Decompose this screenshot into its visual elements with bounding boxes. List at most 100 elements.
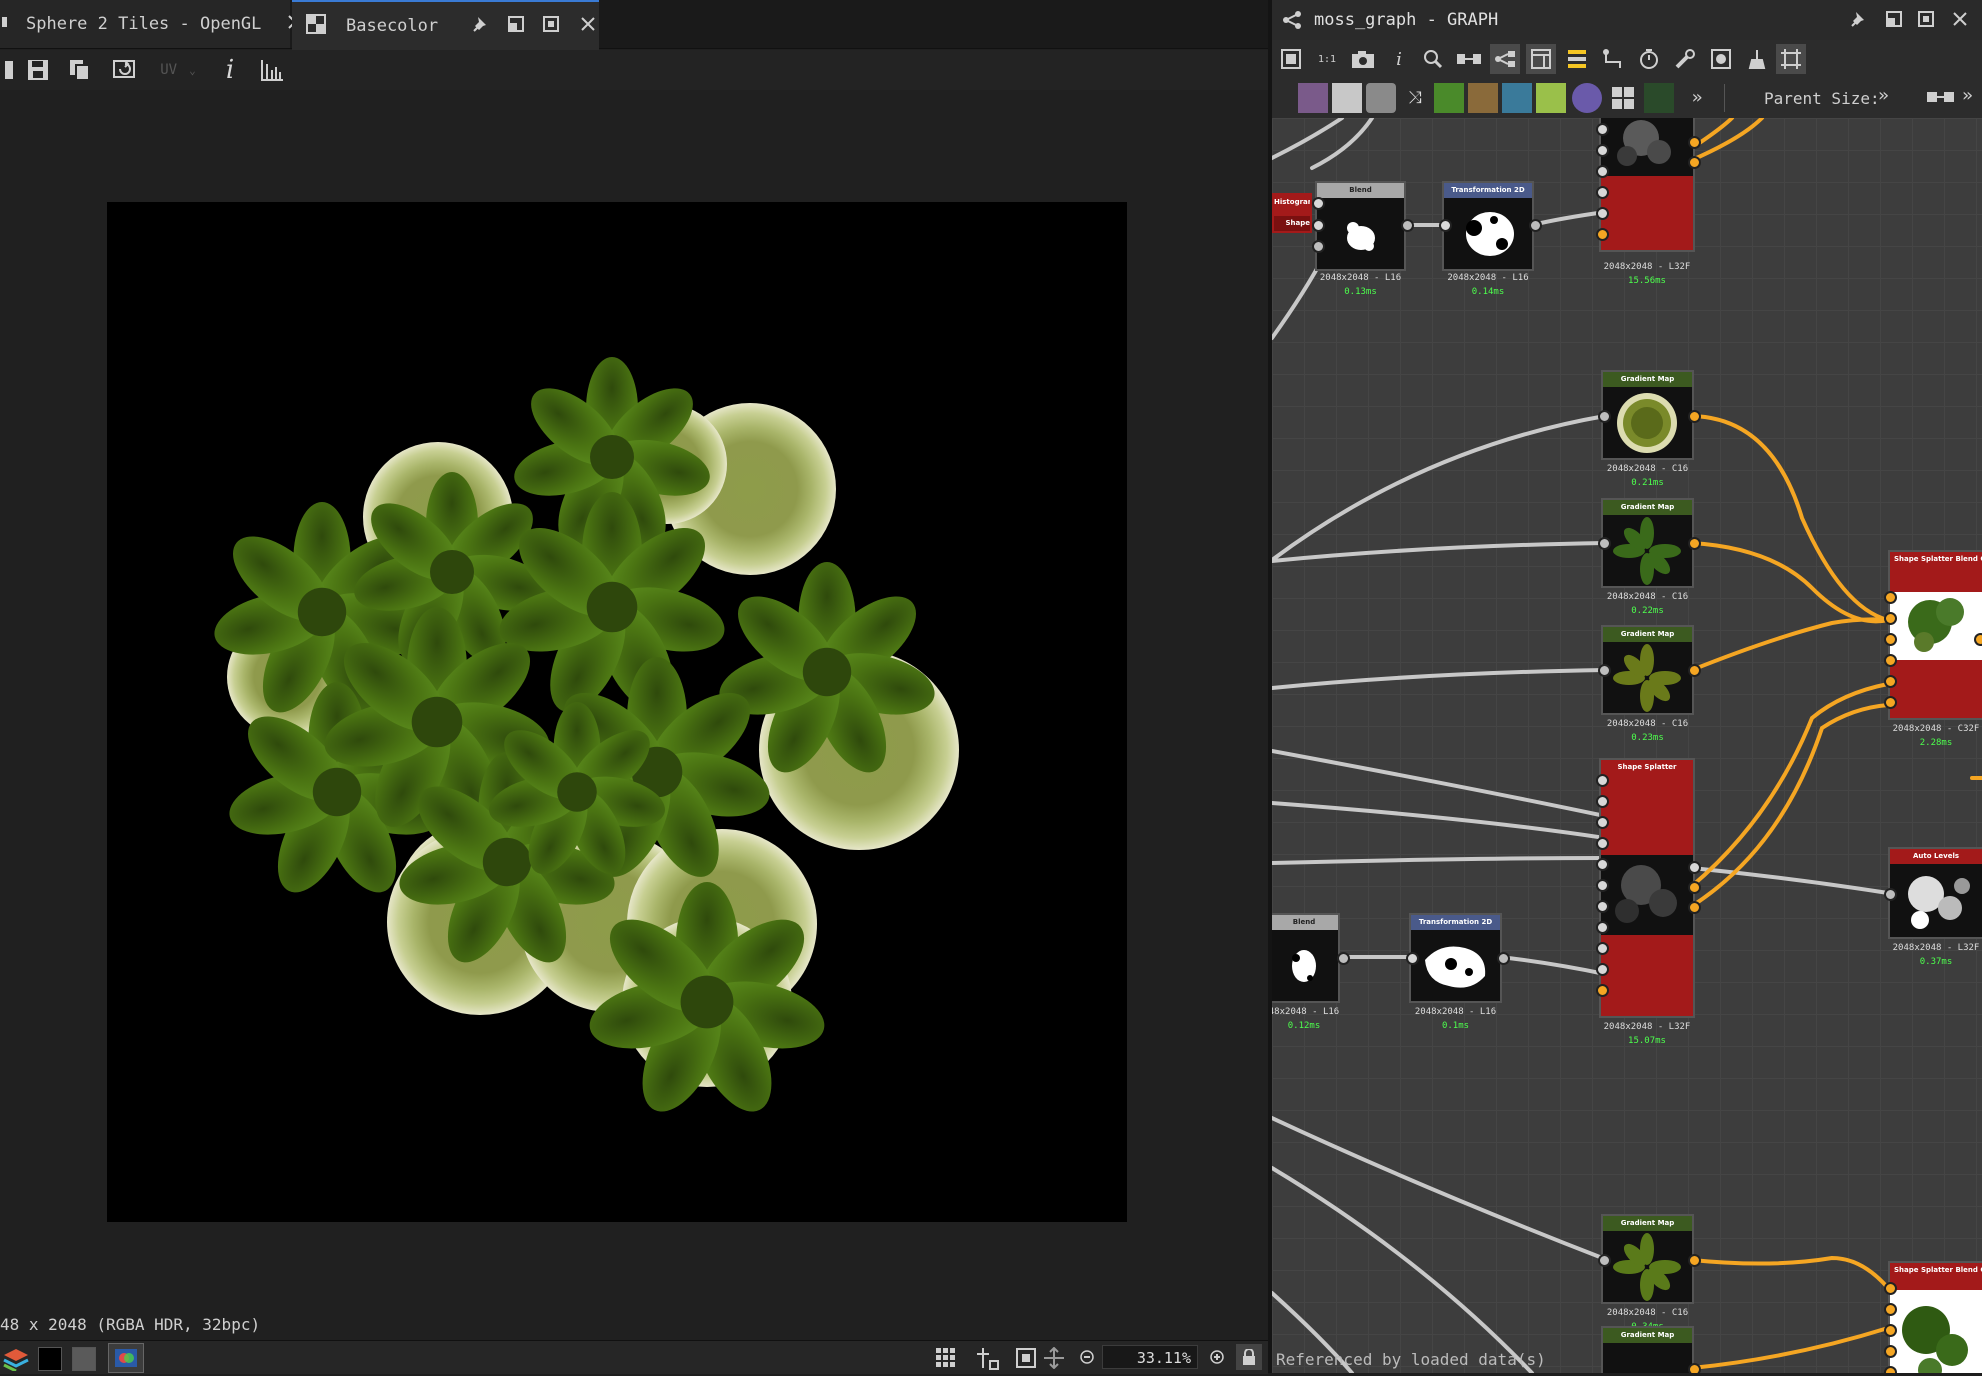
input-port[interactable]: [1596, 144, 1609, 157]
tab-basecolor[interactable]: Basecolor: [292, 0, 599, 50]
output-port[interactable]: [1688, 410, 1701, 423]
shape-splatter-blend-node[interactable]: Shape Splatter Blend C...: [1888, 550, 1982, 720]
frame-icon[interactable]: [1526, 44, 1556, 74]
input-port[interactable]: [1312, 197, 1325, 210]
shape-splatter-node-top[interactable]: [1599, 118, 1695, 252]
input-port[interactable]: [1884, 633, 1897, 646]
input-port[interactable]: [1312, 219, 1325, 232]
input-port[interactable]: [1596, 816, 1609, 829]
uniform-color-icon[interactable]: [1366, 83, 1396, 113]
output-port[interactable]: [1401, 219, 1414, 232]
grid-icon[interactable]: [935, 1347, 957, 1374]
input-port[interactable]: [1884, 1303, 1897, 1316]
output-port[interactable]: [1688, 861, 1701, 874]
gradient-map-node-3[interactable]: Gradient Map: [1601, 625, 1694, 715]
bake-icon[interactable]: [1742, 44, 1772, 74]
wrench-icon[interactable]: [1670, 44, 1700, 74]
shape-splatter-blend-node-bottom[interactable]: Shape Splatter Blend C...: [1888, 1261, 1982, 1373]
input-port[interactable]: [1439, 219, 1452, 232]
blend-node-top[interactable]: Blend: [1315, 181, 1406, 271]
transformation-2d-node-top[interactable]: Transformation 2D: [1442, 181, 1534, 271]
svg-node-icon[interactable]: [1332, 83, 1362, 113]
bitmap-node-icon[interactable]: [1298, 83, 1328, 113]
shuffle-icon[interactable]: ⤨: [1400, 83, 1430, 113]
noise-node-icon[interactable]: [1572, 83, 1602, 113]
transformation-2d-node-bottom[interactable]: Transformation 2D: [1409, 913, 1502, 1003]
input-port[interactable]: [1596, 123, 1609, 136]
input-port[interactable]: [1884, 654, 1897, 667]
background-black-swatch[interactable]: [38, 1347, 62, 1371]
zoom-out-icon[interactable]: [1080, 1349, 1094, 1369]
save-as-icon[interactable]: [0, 56, 24, 84]
channel-split-icon[interactable]: [975, 1346, 999, 1375]
output-port[interactable]: [1337, 952, 1350, 965]
copy-icon[interactable]: [66, 56, 94, 84]
pattern-grid-icon[interactable]: [1608, 83, 1638, 113]
close-icon[interactable]: [1952, 11, 1968, 32]
input-port[interactable]: [1596, 165, 1609, 178]
output-port[interactable]: [1529, 219, 1542, 232]
color-mode-toggle[interactable]: [108, 1343, 144, 1373]
auto-levels-node[interactable]: Auto Levels: [1888, 847, 1982, 939]
output-port[interactable]: [1688, 901, 1701, 914]
zoom-in-icon[interactable]: [1210, 1349, 1224, 1369]
input-port[interactable]: [1884, 1366, 1897, 1373]
output-port[interactable]: [1688, 664, 1701, 677]
histogram-icon[interactable]: [258, 56, 286, 84]
input-port[interactable]: [1596, 921, 1609, 934]
input-port[interactable]: [1598, 1254, 1611, 1267]
input-port[interactable]: [1884, 1282, 1897, 1295]
input-port[interactable]: [1884, 696, 1897, 709]
input-port[interactable]: [1596, 984, 1609, 997]
output-port[interactable]: [1688, 1254, 1701, 1267]
lock-icon[interactable]: [1236, 1344, 1262, 1370]
gradient-map-node-5[interactable]: Gradient Map: [1601, 1326, 1694, 1373]
output-node-icon[interactable]: [1644, 83, 1674, 113]
connector-icon[interactable]: [1598, 44, 1628, 74]
frame-all-icon[interactable]: [1276, 44, 1306, 74]
fit-view-icon[interactable]: [1015, 1347, 1037, 1374]
input-port[interactable]: [1596, 963, 1609, 976]
pan-arrows-icon[interactable]: [1043, 1346, 1065, 1374]
info-icon[interactable]: i: [1384, 44, 1414, 74]
input-port[interactable]: [1596, 900, 1609, 913]
input-port[interactable]: [1596, 942, 1609, 955]
blend-node-bottom[interactable]: Blend: [1272, 913, 1340, 1003]
curve-node-icon[interactable]: [1434, 83, 1464, 113]
export-refresh-icon[interactable]: [112, 56, 140, 84]
float-window-icon[interactable]: [1886, 11, 1902, 32]
output-port[interactable]: [1974, 633, 1982, 646]
gradient-map-node-4[interactable]: Gradient Map: [1601, 1214, 1694, 1304]
levels-node-icon[interactable]: [1468, 83, 1498, 113]
input-port[interactable]: [1884, 1324, 1897, 1337]
graph-layout-icon[interactable]: [1490, 44, 1520, 74]
material-preview-icon[interactable]: [1706, 44, 1736, 74]
more-chevron-icon[interactable]: »: [1962, 85, 1973, 106]
input-port[interactable]: [1884, 1345, 1897, 1358]
maximize-icon[interactable]: [1917, 10, 1935, 33]
output-port[interactable]: [1688, 1363, 1701, 1373]
layers-icon[interactable]: [2, 1345, 30, 1376]
background-gray-swatch[interactable]: [72, 1347, 96, 1371]
info-icon[interactable]: i: [216, 55, 244, 85]
gradient-map-node-1[interactable]: Gradient Map: [1601, 370, 1694, 460]
output-port[interactable]: [1688, 537, 1701, 550]
gradient-node-icon[interactable]: [1536, 83, 1566, 113]
input-port[interactable]: [1884, 612, 1897, 625]
input-port[interactable]: [1596, 795, 1609, 808]
link-nodes-icon[interactable]: [1454, 44, 1484, 74]
input-port[interactable]: [1312, 240, 1325, 253]
output-port[interactable]: [1688, 136, 1701, 149]
pin-icon[interactable]: [472, 15, 490, 38]
output-port[interactable]: [1688, 881, 1701, 894]
input-port[interactable]: [1406, 952, 1419, 965]
link-icon[interactable]: [1926, 88, 1958, 111]
more-chevron-icon[interactable]: »: [1682, 83, 1712, 113]
histogram-scan-node[interactable]: Histogram Scan Shape: [1272, 193, 1312, 233]
camera-icon[interactable]: [1348, 44, 1378, 74]
input-port[interactable]: [1596, 228, 1609, 241]
input-port[interactable]: [1884, 888, 1897, 901]
align-icon[interactable]: [1562, 44, 1592, 74]
node-graph-canvas[interactable]: Histogram Scan Shape Blend 2048x2048 - L…: [1272, 118, 1982, 1373]
float-window-icon[interactable]: [508, 15, 525, 37]
